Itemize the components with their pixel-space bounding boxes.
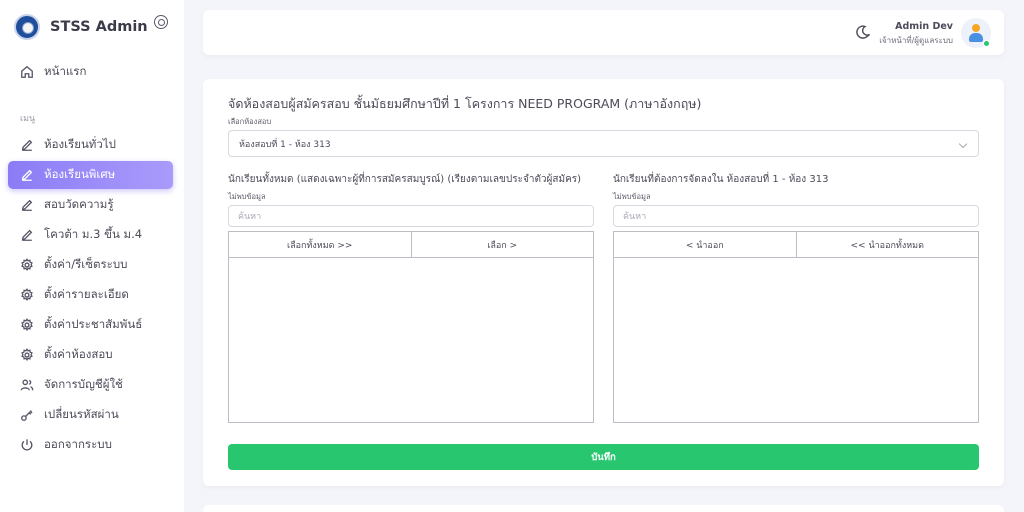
- sidebar-section-label: เมนู: [20, 114, 36, 124]
- sidebar-item-label: สอบวัดความรู้: [44, 197, 114, 211]
- remove-button[interactable]: < นำออก: [614, 232, 796, 257]
- sidebar-item-2[interactable]: ห้องเรียนพิเศษ: [8, 161, 173, 189]
- sidebar-item-label: ตั้งค่ารายละเอียด: [44, 287, 129, 301]
- pencil-icon: [20, 138, 34, 152]
- user-name: Admin Dev: [895, 21, 953, 32]
- left-status-text: ไม่พบข้อมูล: [228, 192, 266, 201]
- secondary-card: [203, 505, 1004, 512]
- assigned-students-title: นักเรียนที่ต้องการจัดลงใน ห้องสอบที่ 1 -…: [613, 174, 829, 185]
- topbar: Admin Dev เจ้าหน้าที่/ผู้ดูแลระบบ: [203, 10, 1004, 55]
- remove-all-button[interactable]: << นำออกทั้งหมด: [795, 232, 979, 257]
- sidebar-item-3[interactable]: สอบวัดความรู้: [8, 191, 173, 219]
- sidebar: STSS Admin หน้าแรก เมนู ห้องเรียนทั่วไปห…: [0, 0, 184, 512]
- school-logo-icon: [14, 14, 40, 40]
- room-select-value: ห้องสอบที่ 1 - ห้อง 313: [239, 139, 331, 150]
- gear-icon: [20, 348, 34, 362]
- sidebar-item-8[interactable]: ตั้งค่าห้องสอบ: [8, 341, 173, 369]
- gear-icon: [20, 318, 34, 332]
- sidebar-item-label: จัดการบัญชีผู้ใช้: [44, 377, 123, 391]
- sidebar-item-label: ออกจากระบบ: [44, 437, 112, 451]
- sidebar-item-4[interactable]: โควต้า ม.3 ขึ้น ม.4: [8, 221, 173, 249]
- home-icon: [20, 65, 34, 79]
- moon-icon[interactable]: [856, 24, 872, 40]
- sidebar-toggle-icon[interactable]: [154, 15, 168, 29]
- sidebar-item-7[interactable]: ตั้งค่าประชาสัมพันธ์: [8, 311, 173, 339]
- sidebar-item-6[interactable]: ตั้งค่ารายละเอียด: [8, 281, 173, 309]
- sidebar-item-label: โควต้า ม.3 ขึ้น ม.4: [44, 227, 143, 241]
- gear-icon: [20, 288, 34, 302]
- sidebar-item-label: ห้องเรียนทั่วไป: [44, 137, 116, 151]
- right-search-input[interactable]: ค้นหา: [613, 205, 979, 227]
- gear-icon: [20, 258, 34, 272]
- room-select[interactable]: ห้องสอบที่ 1 - ห้อง 313: [228, 130, 979, 157]
- key-icon: [20, 408, 34, 422]
- sidebar-item-label: ตั้งค่าห้องสอบ: [44, 347, 113, 361]
- pencil-icon: [20, 168, 34, 182]
- save-button[interactable]: บันทึก: [228, 444, 979, 470]
- sidebar-item-label: ตั้งค่า/รีเซ็ตระบบ: [44, 257, 128, 271]
- all-students-title: นักเรียนทั้งหมด (แสดงเฉพาะผู้ที่การสมัคร…: [228, 174, 582, 185]
- online-status-dot: [983, 40, 990, 47]
- sidebar-item-home[interactable]: หน้าแรก: [8, 58, 173, 86]
- sidebar-item-label: เปลี่ยนรหัสผ่าน: [44, 407, 119, 421]
- brand-name: STSS Admin: [50, 19, 148, 35]
- avatar[interactable]: [961, 18, 991, 48]
- sidebar-item-label: ตั้งค่าประชาสัมพันธ์: [44, 317, 143, 331]
- sidebar-item-10[interactable]: เปลี่ยนรหัสผ่าน: [8, 401, 173, 429]
- sidebar-item-9[interactable]: จัดการบัญชีผู้ใช้: [8, 371, 173, 399]
- sidebar-item-1[interactable]: ห้องเรียนทั่วไป: [8, 131, 173, 159]
- right-student-list[interactable]: < นำออก << นำออกทั้งหมด: [613, 231, 979, 423]
- exam-room-card: จัดห้องสอบผู้สมัครสอบ ชั้นมัธยมศึกษาปีที…: [203, 79, 1004, 486]
- left-student-list[interactable]: เลือกทั้งหมด >> เลือก >: [228, 231, 594, 423]
- left-search-input[interactable]: ค้นหา: [228, 205, 594, 227]
- sidebar-item-label: ห้องเรียนพิเศษ: [44, 167, 116, 181]
- pencil-icon: [20, 198, 34, 212]
- users-icon: [20, 378, 34, 392]
- user-role: เจ้าหน้าที่/ผู้ดูแลระบบ: [879, 36, 953, 45]
- room-select-label: เลือกห้องสอบ: [228, 117, 272, 126]
- right-status-text: ไม่พบข้อมูล: [613, 192, 651, 201]
- select-button[interactable]: เลือก >: [410, 232, 594, 257]
- sidebar-item-label: หน้าแรก: [44, 64, 87, 78]
- page-title: จัดห้องสอบผู้สมัครสอบ ชั้นมัธยมศึกษาปีที…: [228, 96, 702, 111]
- sidebar-item-11[interactable]: ออกจากระบบ: [8, 431, 173, 459]
- power-icon: [20, 438, 34, 452]
- brand[interactable]: STSS Admin: [14, 13, 174, 41]
- select-all-button[interactable]: เลือกทั้งหมด >>: [229, 232, 411, 257]
- sidebar-item-5[interactable]: ตั้งค่า/รีเซ็ตระบบ: [8, 251, 173, 279]
- pencil-icon: [20, 228, 34, 242]
- chevron-down-icon: [958, 139, 968, 149]
